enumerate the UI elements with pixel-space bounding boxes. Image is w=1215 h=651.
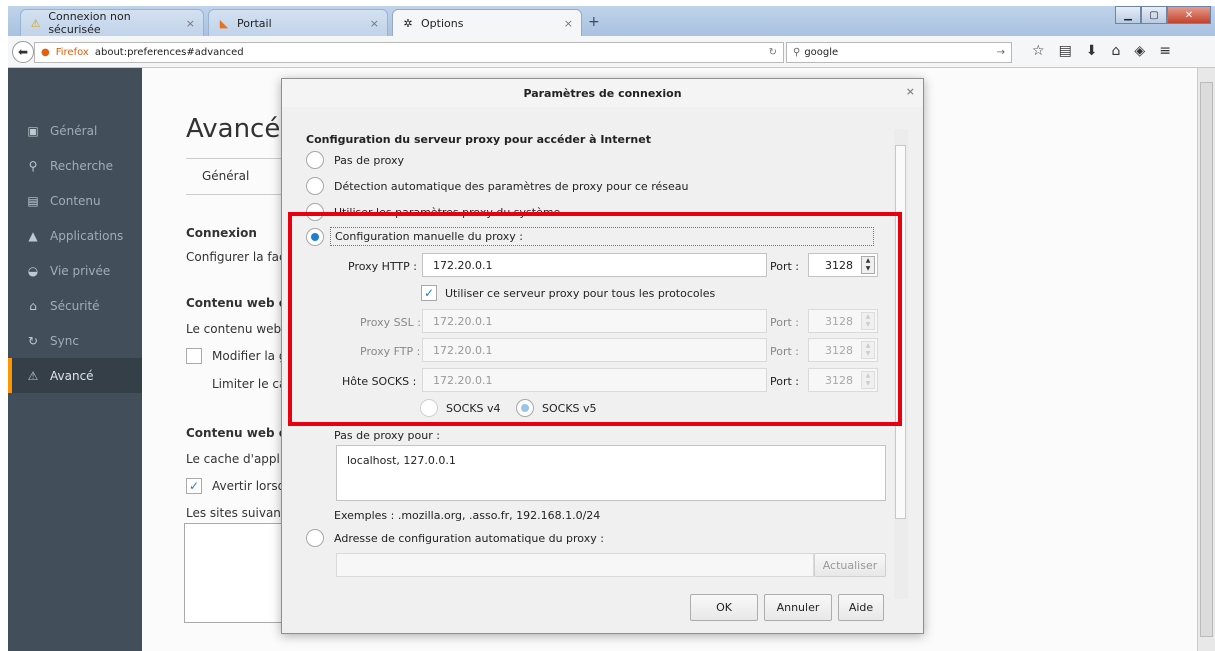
modifier-checkbox[interactable] [186,348,202,364]
page-title: Avancé [186,114,281,144]
tab-label: Connexion non sécurisée [48,10,131,36]
sidebar-item-label: Avancé [50,368,94,383]
toolbar-icons: ☆ ▤ ⬇ ⌂ ◈ ≡ [1032,43,1171,59]
sidebar-item-label: Sécurité [50,298,100,313]
auto-config-url-label: Adresse de configuration automatique du … [334,532,604,545]
help-button[interactable]: Aide [838,594,884,621]
sync-icon: ↻ [27,333,39,348]
reload-button[interactable]: Actualiser [814,553,886,577]
security-icon: ⌂ [29,298,37,313]
back-arrow-icon: ⬅ [17,45,29,59]
tab-insecure[interactable]: ⚠ Connexion non sécurisée × [20,9,204,36]
sidebar-item-sync[interactable]: ↻ Sync [8,323,142,358]
examples-text: Exemples : .mozilla.org, .asso.fr, 192.1… [334,509,601,522]
firefox-logo-icon: ● [41,47,50,58]
navigation-bar: ⬅ ● Firefox about:preferences#advanced ↻… [8,36,1215,68]
scrollbar-thumb[interactable] [1200,82,1213,637]
no-proxy-for-textarea[interactable]: localhost, 127.0.0.1 [336,445,886,501]
search-icon: ⚲ [28,158,38,173]
tab-bar: ⚠ Connexion non sécurisée × ◣ Portail × … [8,6,1215,36]
sidebar-item-security[interactable]: ⌂ Sécurité [8,288,142,323]
url-brand: Firefox [55,47,89,58]
sites-list[interactable] [184,523,289,623]
gear-icon: ✲ [403,16,413,30]
preferences-sidebar: ▣ Général ⚲ Recherche ▤ Contenu ▲ Applicatio… [8,68,142,651]
download-icon[interactable]: ⬇ [1086,43,1098,59]
search-icon: ⚲ [793,47,801,58]
connexion-heading: Connexion [186,226,257,240]
sidebar-item-content[interactable]: ▤ Contenu [8,183,142,218]
back-button[interactable]: ⬅ [12,41,34,63]
auto-detect-radio[interactable] [306,177,324,195]
home-icon[interactable]: ⌂ [1112,43,1121,59]
content-icon: ▤ [27,193,39,208]
sidebar-item-label: Général [50,123,98,138]
minimize-icon[interactable]: ▁ [1115,6,1141,24]
tab-label: Portail [237,16,272,30]
sidebar-item-general[interactable]: ▣ Général [8,113,142,148]
auto-config-url-input[interactable] [336,553,814,577]
menu-icon[interactable]: ≡ [1159,43,1171,59]
sidebar-item-applications[interactable]: ▲ Applications [8,218,142,253]
proxy-section-title: Configuration du serveur proxy pour accé… [306,133,651,146]
close-icon[interactable]: × [186,17,195,30]
maximize-icon[interactable]: ▢ [1141,6,1167,24]
portal-icon: ◣ [219,16,229,30]
cancel-button[interactable]: Annuler [764,594,832,621]
highlight-box [288,212,902,426]
avertir-checkbox[interactable]: ✓ [186,478,202,494]
pocket-icon[interactable]: ◈ [1134,43,1145,59]
tab-general[interactable]: Général [202,169,249,183]
tab-portail[interactable]: ◣ Portail × [208,9,388,36]
tab-options[interactable]: ✲ Options × [392,9,582,36]
auto-config-url-radio[interactable] [306,529,324,547]
bookmarks-menu-icon[interactable]: ▤ [1059,43,1072,59]
dialog-title: Paramètres de connexion [523,86,682,100]
no-proxy-radio[interactable] [306,151,324,169]
sidebar-item-label: Recherche [50,158,114,173]
window-controls: ▁ ▢ ✕ [1115,6,1211,24]
new-tab-icon[interactable]: + [588,14,600,30]
url-text: about:preferences#advanced [94,47,244,58]
sidebar-item-search[interactable]: ⚲ Recherche [8,148,142,183]
no-proxy-for-value: localhost, 127.0.0.1 [347,454,456,467]
no-proxy-label: Pas de proxy [334,154,405,167]
web-content-heading: Contenu web en [186,296,296,310]
tab-label: Options [421,16,464,30]
applications-icon: ▲ [28,228,38,243]
modifier-label: Modifier la g [212,349,287,363]
no-proxy-for-label: Pas de proxy pour : [334,429,440,442]
close-icon[interactable]: × [370,17,379,30]
dialog-close-icon[interactable]: × [906,85,915,98]
sidebar-item-label: Applications [50,228,124,243]
url-bar[interactable]: ● Firefox about:preferences#advanced ↻ [34,42,784,63]
reload-icon[interactable]: ↻ [769,47,777,58]
privacy-icon: ◒ [27,263,39,278]
close-icon[interactable]: × [564,17,573,30]
sidebar-item-label: Contenu [50,193,101,208]
sidebar-item-label: Sync [50,333,79,348]
web-content2-heading: Contenu web et [186,426,293,440]
bookmark-star-icon[interactable]: ☆ [1032,43,1045,59]
sidebar-item-privacy[interactable]: ◒ Vie privée [8,253,142,288]
warning-icon: ⚠ [30,16,41,30]
sidebar-item-advanced[interactable]: ⚠ Avancé [8,358,142,393]
ok-button[interactable]: OK [690,594,758,621]
search-go-icon[interactable]: → [997,47,1005,58]
search-bar[interactable]: ⚲ google → [786,42,1012,63]
sidebar-item-label: Vie privée [50,263,111,278]
page-scrollbar[interactable] [1197,68,1215,651]
window-close-icon[interactable]: ✕ [1167,6,1211,24]
general-icon: ▣ [27,123,39,138]
advanced-icon: ⚠ [27,368,39,383]
search-value: google [804,47,839,58]
dialog-title-bar: Paramètres de connexion × [282,79,923,107]
connexion-text: Configurer la faço [186,250,293,264]
auto-detect-label: Détection automatique des paramètres de … [334,180,689,193]
